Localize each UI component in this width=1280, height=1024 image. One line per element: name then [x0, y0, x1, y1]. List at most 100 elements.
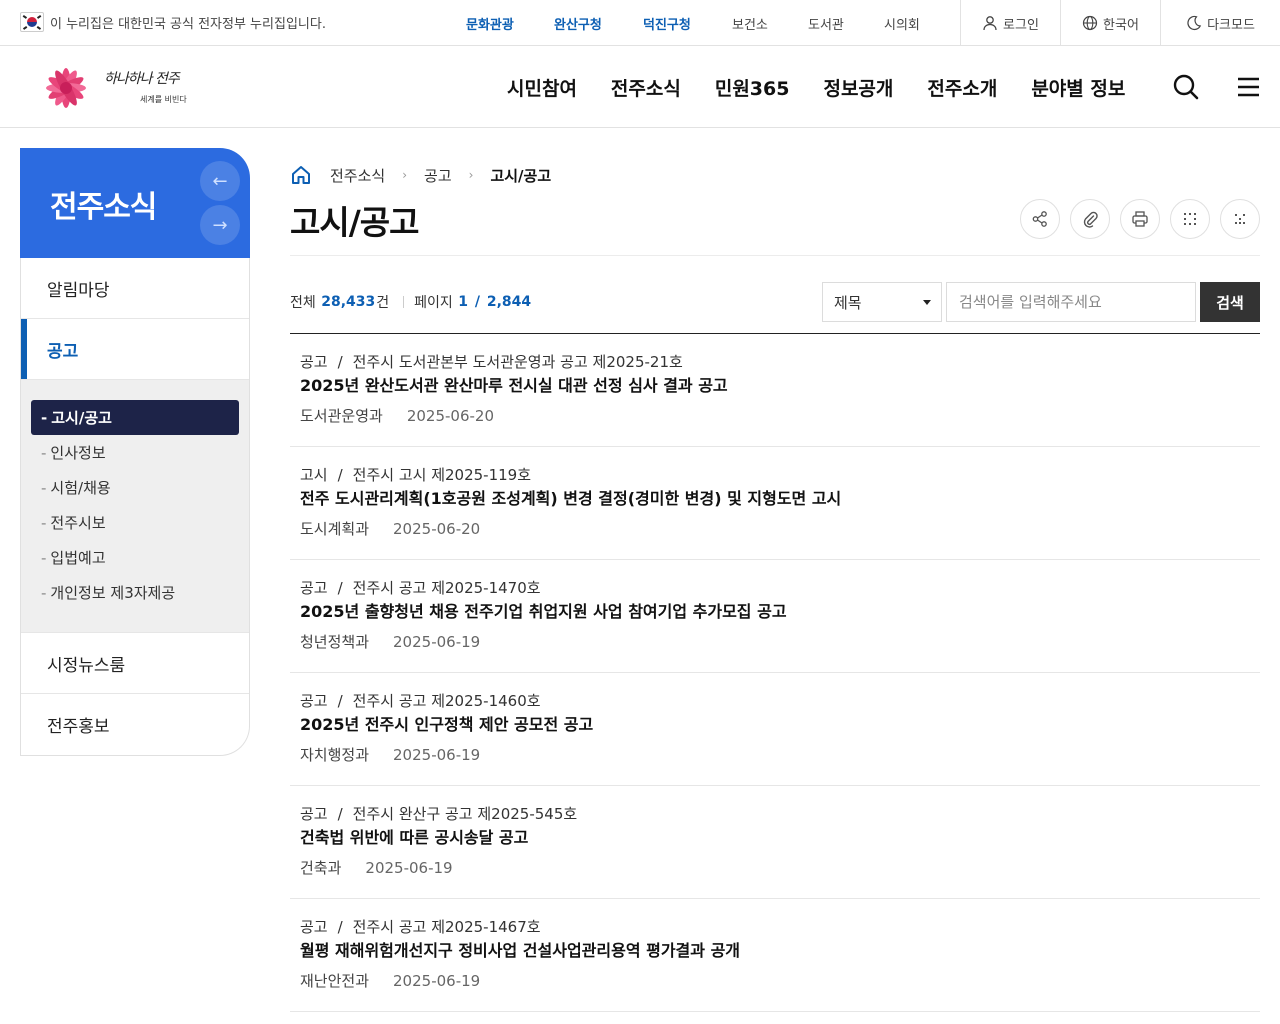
menu-icon[interactable]	[1235, 73, 1263, 101]
nav-citizen-participation[interactable]: 시민참여	[507, 74, 577, 101]
search-field-value: 제목	[834, 293, 862, 312]
list-item[interactable]: 공고 / 전주시 공고 제2025-1470호 2025년 출향청년 채용 전주기업…	[290, 560, 1260, 673]
total-label: 전체	[290, 295, 316, 311]
link-culture-tourism[interactable]: 문화관광	[466, 14, 554, 33]
nav-field-info[interactable]: 분야별 정보	[1031, 74, 1125, 101]
sidebar-item-newsroom[interactable]: 시정뉴스룸	[21, 633, 249, 694]
logo-slogan: 세계를 비빈다	[140, 95, 187, 104]
post-meta: 자치행정과 2025-06-19	[300, 744, 1260, 765]
list-item[interactable]: 공고 / 전주시 공고 제2025-1460호 2025년 전주시 인구정책 제안 …	[290, 673, 1260, 786]
post-title[interactable]: 건축법 위반에 따른 공시송달 공고	[300, 825, 1260, 851]
post-date: 2025-06-19	[365, 858, 453, 877]
share-icon	[1032, 211, 1047, 227]
language-label: 한국어	[1103, 17, 1139, 33]
arrow-right-icon: →	[212, 214, 228, 236]
nav-information-disclosure[interactable]: 정보공개	[823, 74, 893, 101]
sidebar-header: 전주소식 ← →	[20, 148, 250, 258]
chevron-right-icon: ›	[402, 168, 408, 182]
breadcrumb-item[interactable]: 공고	[424, 165, 452, 186]
submenu-item-city-gazette[interactable]: - 전주시보	[31, 505, 239, 540]
caret-down-icon	[923, 300, 931, 305]
login-label: 로그인	[1003, 17, 1039, 33]
post-title[interactable]: 전주 도시관리계획(1호공원 조성계획) 변경 결정(경미한 변경) 및 지형도…	[300, 486, 1260, 512]
gov-notice-text: 이 누리집은 대한민국 공식 전자정부 누리집입니다.	[50, 16, 326, 32]
language-button[interactable]: 한국어	[1060, 0, 1160, 46]
link-health-center[interactable]: 보건소	[732, 14, 808, 33]
post-category: 공고	[300, 805, 328, 823]
nav-civil-service[interactable]: 민원365	[715, 74, 790, 101]
search-field-select[interactable]: 제목	[822, 282, 942, 322]
post-category: 고시	[300, 466, 328, 484]
list-item[interactable]: 공고 / 전주시 완산구 공고 제2025-545호 건축법 위반에 따른 공시송달…	[290, 786, 1260, 899]
post-date: 2025-06-19	[393, 632, 481, 651]
post-category-line: 공고 / 전주시 도서관본부 도서관운영과 공고 제2025-21호	[300, 353, 683, 371]
share-button[interactable]	[1020, 199, 1060, 239]
search-input[interactable]	[946, 282, 1196, 322]
post-date: 2025-06-19	[393, 971, 481, 990]
post-category: 공고	[300, 579, 328, 597]
breadcrumb-item[interactable]: 전주소식	[330, 165, 385, 186]
post-department: 건축과	[300, 859, 342, 877]
post-category: 공고	[300, 353, 328, 371]
post-category-line: 공고 / 전주시 공고 제2025-1467호	[300, 918, 541, 936]
post-date: 2025-06-19	[393, 745, 481, 764]
zoom-out-button[interactable]	[1220, 199, 1260, 239]
post-number: 전주시 완산구 공고 제2025-545호	[352, 805, 578, 823]
zoom-in-icon	[1184, 213, 1196, 225]
print-button[interactable]	[1120, 199, 1160, 239]
home-icon[interactable]	[290, 164, 312, 186]
printer-icon	[1132, 211, 1148, 227]
korea-flag-icon	[20, 12, 44, 32]
post-department: 도서관운영과	[300, 407, 383, 425]
next-section-button[interactable]: →	[200, 205, 240, 245]
globe-icon	[1082, 15, 1098, 31]
sidebar-item-promotion[interactable]: 전주홍보	[21, 694, 249, 755]
sidebar-item-notice-board[interactable]: 알림마당	[21, 258, 249, 319]
list-item[interactable]: 고시 / 전주시 고시 제2025-119호 전주 도시관리계획(1호공원 조성계획…	[290, 447, 1260, 560]
sidebar-item-announcements[interactable]: 공고	[21, 319, 249, 380]
darkmode-toggle[interactable]: 다크모드	[1160, 0, 1280, 46]
logo-wordmark: 하나하나 전주	[104, 71, 180, 87]
list-item[interactable]: 공고 / 전주시 공고 제2025-1467호 월평 재해위험개선지구 정비사업 건…	[290, 899, 1260, 1012]
submenu-item-personnel[interactable]: - 인사정보	[31, 435, 239, 470]
login-button[interactable]: 로그인	[960, 0, 1060, 46]
submenu-item-public-notice[interactable]: - 고시/공고	[31, 400, 239, 435]
nav-jeonju-news[interactable]: 전주소식	[611, 74, 681, 101]
zoom-in-button[interactable]	[1170, 199, 1210, 239]
link-city-council[interactable]: 시의회	[884, 14, 924, 33]
darkmode-label: 다크모드	[1207, 17, 1255, 33]
sidebar-title: 전주소식	[50, 190, 157, 225]
gov-notice[interactable]: 이 누리집은 대한민국 공식 전자정부 누리집입니다.	[20, 11, 326, 33]
post-department: 도시계획과	[300, 520, 370, 538]
search-button[interactable]: 검색	[1200, 282, 1260, 322]
arrow-left-icon: ←	[212, 170, 228, 192]
post-number: 전주시 도서관본부 도서관운영과 공고 제2025-21호	[352, 353, 683, 371]
link-deokjin-office[interactable]: 덕진구청	[643, 14, 732, 33]
submenu-item-legislative-notice[interactable]: - 입법예고	[31, 540, 239, 575]
zoom-out-icon	[1235, 214, 1245, 224]
site-logo[interactable]: 하나하나 전주 세계를 비빈다	[32, 58, 202, 114]
attachment-button[interactable]	[1070, 199, 1110, 239]
post-title[interactable]: 2025년 출향청년 채용 전주기업 취업지원 사업 참여기업 추가모집 공고	[300, 599, 1260, 625]
search-icon[interactable]	[1172, 73, 1200, 101]
post-title[interactable]: 2025년 완산도서관 완산마루 전시실 대관 선정 심사 결과 공고	[300, 373, 1260, 399]
post-title[interactable]: 월평 재해위험개선지구 정비사업 건설사업관리용역 평가결과 공개	[300, 938, 1260, 964]
nav-about-jeonju[interactable]: 전주소개	[927, 74, 997, 101]
page-label: 페이지	[414, 295, 453, 311]
post-department: 자치행정과	[300, 746, 370, 764]
breadcrumb: 전주소식 › 공고 › 고시/공고	[290, 163, 551, 187]
prev-section-button[interactable]: ←	[200, 161, 240, 201]
breadcrumb-current: 고시/공고	[490, 166, 552, 185]
link-wansan-office[interactable]: 완산구청	[554, 14, 643, 33]
post-title[interactable]: 2025년 전주시 인구정책 제안 공모전 공고	[300, 712, 1260, 738]
link-library[interactable]: 도서관	[808, 14, 884, 33]
summary-divider	[403, 296, 405, 308]
list-item[interactable]: 공고 / 전주시 도서관본부 도서관운영과 공고 제2025-21호 2025년 완…	[290, 334, 1260, 447]
total-unit: 건	[376, 295, 390, 311]
utility-bar: 이 누리집은 대한민국 공식 전자정부 누리집입니다. 문화관광 완산구청 덕진…	[0, 0, 1280, 46]
submenu-item-recruitment[interactable]: - 시험/채용	[31, 470, 239, 505]
page-total: 2,844	[486, 294, 532, 310]
page-tools	[1020, 199, 1270, 239]
submenu-item-third-party-info[interactable]: - 개인정보 제3자제공	[31, 575, 239, 610]
post-department: 청년정책과	[300, 633, 370, 651]
